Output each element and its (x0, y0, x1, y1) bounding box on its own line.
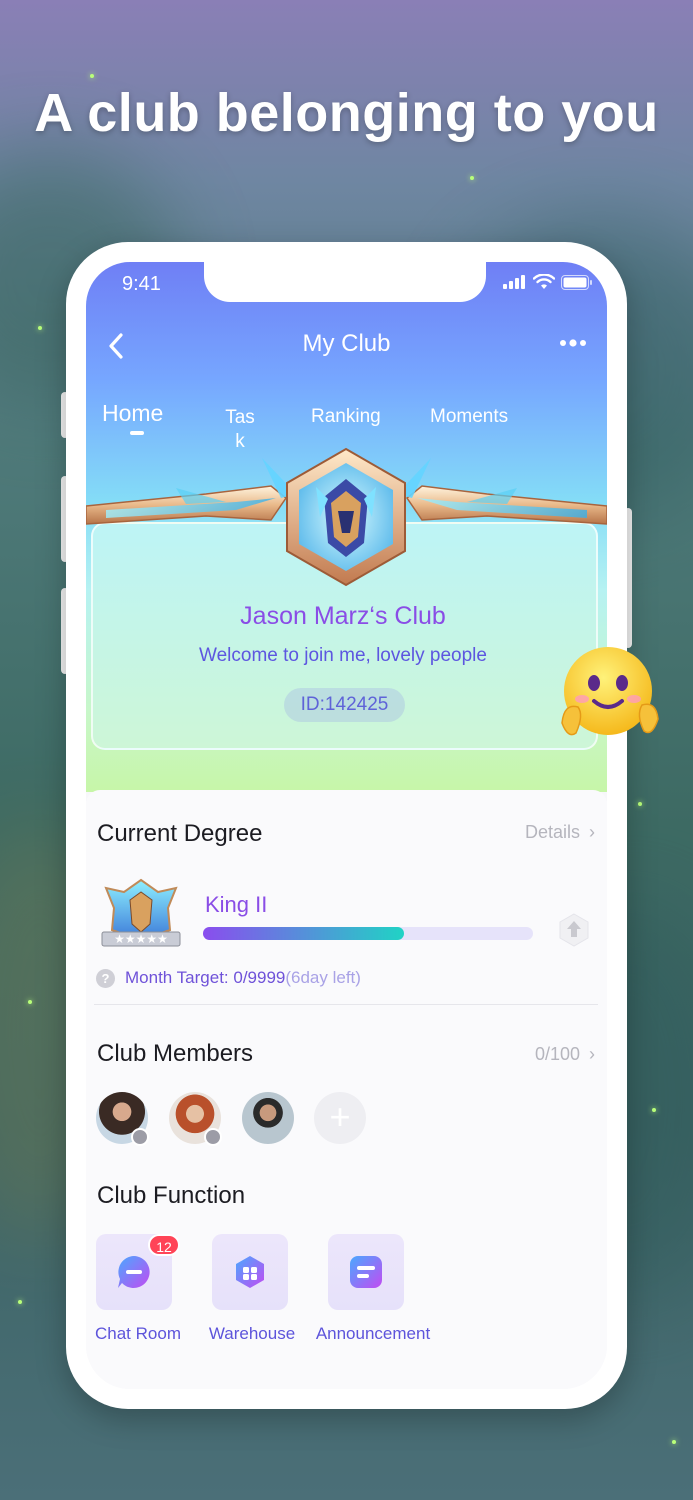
member-role-icon (204, 1128, 222, 1146)
announcement-label: Announcement (315, 1324, 431, 1343)
phone-notch (204, 262, 486, 302)
sparkle (38, 326, 42, 330)
tab-ranking[interactable]: Ranking (311, 406, 381, 428)
section-divider (94, 1004, 598, 1005)
tab-home[interactable]: Home (102, 400, 163, 427)
sparkle (652, 1108, 656, 1112)
club-description: Welcome to join me, lovely people (199, 645, 487, 666)
warehouse-label: Warehouse (208, 1324, 296, 1343)
sparkle (18, 1300, 22, 1304)
details-link-label: Details (524, 822, 580, 842)
degree-level: King II (205, 892, 268, 917)
status-icons (503, 274, 593, 290)
member-role-icon (131, 1128, 149, 1146)
help-icon[interactable]: ? (96, 968, 115, 988)
degree-progress-fill (203, 927, 405, 940)
announcement-button[interactable] (328, 1234, 404, 1310)
sparkle (90, 74, 94, 78)
club-name: Jason Marz‘s Club (240, 602, 446, 630)
club-function-title: Club Function (97, 1182, 246, 1209)
members-count: 0/100 (534, 1044, 580, 1064)
chat-room-label: Chat Room (95, 1324, 181, 1343)
degree-progress-bar (203, 927, 533, 940)
status-time: 9:41 (122, 273, 161, 295)
days-left-text: (6day left) (285, 968, 361, 987)
hugging-face-emoji (561, 647, 659, 736)
sparkle (638, 802, 642, 806)
month-target-row: ? Month Target: 0/9999 (6day left) (96, 968, 361, 988)
chat-icon (118, 1256, 150, 1288)
more-dots-icon[interactable] (559, 338, 589, 348)
battery-icon (561, 274, 592, 290)
tab-active-indicator (130, 431, 144, 435)
sparkle (28, 1000, 32, 1004)
details-link[interactable]: Details › (525, 822, 595, 843)
warehouse-icon (236, 1256, 264, 1288)
month-target-text: Month Target: 0/9999 (125, 968, 286, 987)
add-member-button[interactable]: + (314, 1092, 366, 1144)
tab-task[interactable]: Tas k (222, 406, 258, 454)
announcement-icon (350, 1256, 382, 1288)
member-avatar[interactable] (242, 1092, 294, 1144)
warehouse-button[interactable] (212, 1234, 288, 1310)
sparkle (672, 1440, 676, 1444)
wifi-icon (533, 274, 555, 289)
chat-unread-badge: 12 (148, 1234, 180, 1256)
app-screen: 9:41 My Club Home Tas k Ranking Moments (86, 262, 607, 1389)
svg-text:★★★★★: ★★★★★ (114, 932, 168, 946)
current-degree-title: Current Degree (97, 820, 263, 847)
signal-icon (503, 275, 525, 289)
tab-moments[interactable]: Moments (430, 406, 508, 428)
club-emblem (286, 447, 406, 587)
degree-medal-icon: ★★★★★ (101, 878, 181, 947)
chevron-right-icon: › (589, 1044, 595, 1064)
club-id-pill: ID:142425 (284, 688, 405, 722)
chevron-right-icon: › (589, 822, 595, 842)
club-members-title: Club Members (97, 1040, 254, 1067)
page-title: My Club (302, 330, 391, 357)
members-count-link[interactable]: 0/100 › (535, 1044, 595, 1065)
sparkle (470, 176, 474, 180)
headline: A club belonging to you (34, 83, 659, 143)
upgrade-arrow-icon[interactable] (558, 912, 590, 948)
